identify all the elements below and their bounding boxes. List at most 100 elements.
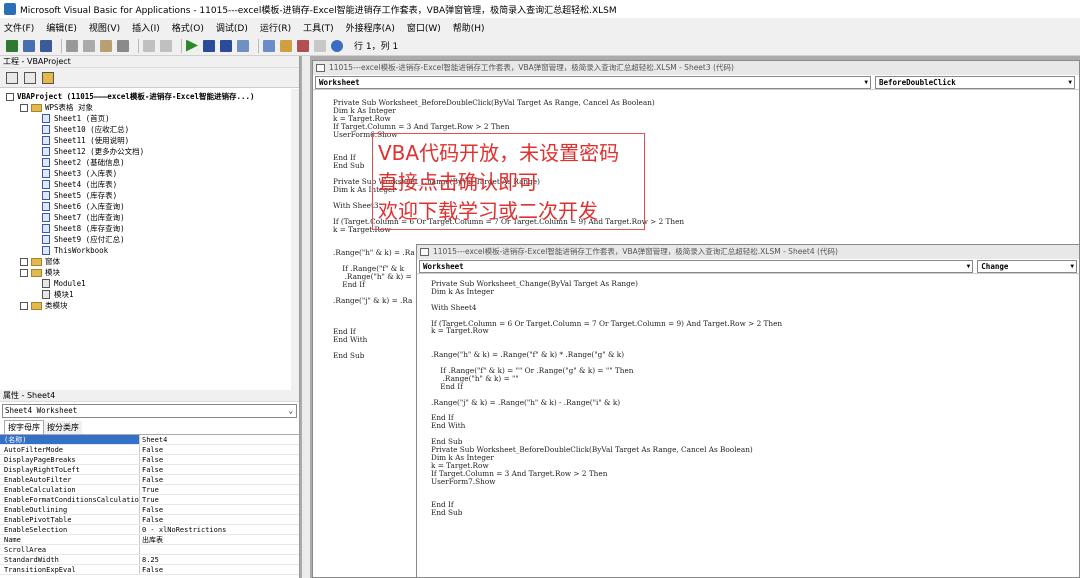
menu-run[interactable]: 运行(R) (260, 21, 291, 34)
property-row[interactable]: EnableFormatConditionsCalculation True (0, 495, 299, 505)
code-line[interactable] (431, 430, 782, 438)
property-row[interactable]: ScrollArea (0, 545, 299, 555)
property-row[interactable]: StandardWidth 8.25 (0, 555, 299, 565)
copy-icon[interactable] (83, 39, 95, 52)
toolbox-icon[interactable] (314, 39, 326, 52)
paste-icon[interactable] (100, 39, 112, 52)
code-editor[interactable]: Private Sub Worksheet_Change(ByVal Targe… (431, 280, 782, 517)
break-icon[interactable] (203, 39, 215, 52)
tree-forms-folder[interactable]: 窗体 (20, 256, 60, 267)
property-row[interactable]: (名称) Sheet4 (0, 435, 299, 445)
menu-addins[interactable]: 外接程序(A) (346, 21, 395, 34)
tree-sheet[interactable]: Sheet12 (更多办公文档) (42, 146, 144, 157)
help-icon[interactable] (331, 39, 343, 52)
code-line[interactable]: End If (431, 414, 782, 422)
tree-workbook[interactable]: ThisWorkbook (42, 245, 108, 256)
tree-sheet[interactable]: Sheet10 (应收汇总) (42, 124, 129, 135)
property-row[interactable]: EnableSelection 0 - xlNoRestrictions (0, 525, 299, 535)
menu-view[interactable]: 视图(V) (89, 21, 120, 34)
insert-module-icon[interactable] (23, 39, 35, 52)
tree-sheet[interactable]: Sheet2 (基础信息) (42, 157, 125, 168)
code-line[interactable]: End Sub (431, 509, 782, 517)
code-line[interactable]: .Range("j" & k) = .Range("h" & k) - .Ran… (431, 398, 782, 407)
tree-objects-folder[interactable]: WPS表格 对象 (20, 102, 93, 113)
code-line[interactable]: .Range("h" & k) = .Range("f" & k) * .Ran… (431, 351, 782, 359)
property-row[interactable]: AutoFilterMode False (0, 445, 299, 455)
property-row[interactable]: EnableOutlining False (0, 505, 299, 515)
property-row[interactable]: Name 出库表 (0, 535, 299, 545)
tree-sheet[interactable]: Sheet9 (应付汇总) (42, 234, 125, 245)
project-scrollbar[interactable] (291, 89, 299, 390)
code-line[interactable]: End If (431, 382, 782, 391)
expand-icon[interactable] (20, 301, 28, 310)
expand-icon[interactable] (20, 257, 28, 266)
menu-window[interactable]: 窗口(W) (407, 21, 441, 34)
tree-sheet[interactable]: Sheet5 (库存表) (42, 190, 117, 201)
code-line[interactable] (431, 493, 782, 501)
menu-debug[interactable]: 调试(D) (216, 21, 248, 34)
tree-class-folder[interactable]: 类模块 (20, 300, 68, 311)
tree-root[interactable]: VBAProject (11015———excel模板-进销存-Excel智能进… (6, 91, 255, 102)
reset-icon[interactable] (220, 39, 232, 52)
mdi-scrollbar[interactable] (302, 56, 310, 578)
code-line[interactable] (431, 407, 782, 415)
code-line[interactable]: .Range("h" & k) = "" (431, 374, 782, 383)
toggle-folders-icon[interactable] (42, 71, 54, 84)
project-explorer-icon[interactable] (263, 39, 275, 52)
code-line[interactable]: With Sheet4 (431, 303, 782, 312)
property-row[interactable]: DisplayPageBreaks False (0, 455, 299, 465)
property-row[interactable]: EnableCalculation True (0, 485, 299, 495)
code-line[interactable] (431, 335, 782, 343)
code-line[interactable] (333, 233, 684, 241)
run-icon[interactable] (186, 39, 198, 52)
find-icon[interactable] (117, 39, 129, 52)
tree-sheet[interactable]: Sheet8 (库存查询) (42, 223, 125, 234)
code-line[interactable]: Dim k As Integer (431, 288, 782, 296)
menu-insert[interactable]: 插入(I) (132, 21, 160, 34)
properties-icon[interactable] (280, 39, 292, 52)
code-line[interactable]: UserForm7.Show (431, 477, 782, 486)
menu-format[interactable]: 格式(O) (172, 21, 204, 34)
tab-categorized[interactable]: 按分类序 (44, 421, 82, 434)
object-dropdown[interactable]: Worksheet ▼ (315, 76, 871, 89)
redo-icon[interactable] (160, 39, 172, 52)
tree-modules-folder[interactable]: 模块 (20, 267, 60, 278)
property-row[interactable]: TransitionExpEval False (0, 565, 299, 575)
collapse-icon[interactable] (20, 103, 28, 112)
tree-sheet[interactable]: Sheet11 (使用说明) (42, 135, 129, 146)
property-row[interactable]: EnableAutoFilter False (0, 475, 299, 485)
tree-sheet[interactable]: Sheet3 (入库表) (42, 168, 117, 179)
object-dropdown[interactable]: Worksheet ▼ (419, 260, 974, 273)
tree-sheet[interactable]: Sheet6 (入库查询) (42, 201, 125, 212)
view-code-icon[interactable] (6, 71, 18, 84)
tree-sheet[interactable]: Sheet1 (首页) (42, 113, 110, 124)
code-line[interactable] (431, 486, 782, 494)
design-mode-icon[interactable] (237, 39, 249, 52)
menu-help[interactable]: 帮助(H) (453, 21, 485, 34)
code-line[interactable]: End With (431, 422, 782, 430)
collapse-icon[interactable] (20, 268, 28, 277)
collapse-icon[interactable] (6, 92, 14, 101)
undo-icon[interactable] (143, 39, 155, 52)
menu-file[interactable]: 文件(F) (4, 21, 34, 34)
tab-alphabetic[interactable]: 按字母序 (4, 420, 44, 434)
procedure-dropdown[interactable]: Change ▼ (977, 260, 1077, 273)
property-row[interactable]: DisplayRightToLeft False (0, 465, 299, 475)
tree-sheet[interactable]: Sheet4 (出库表) (42, 179, 117, 190)
properties-object-select[interactable]: Sheet4 Worksheet ⌄ (2, 404, 297, 418)
tree-module[interactable]: Module1 (42, 278, 86, 289)
excel-view-icon[interactable] (6, 39, 18, 52)
tree-sheet[interactable]: Sheet7 (出库查询) (42, 212, 125, 223)
cut-icon[interactable] (66, 39, 78, 52)
object-browser-icon[interactable] (297, 39, 309, 52)
menu-edit[interactable]: 编辑(E) (46, 21, 77, 34)
code-line[interactable] (431, 296, 782, 304)
view-object-icon[interactable] (24, 71, 36, 84)
save-icon[interactable] (40, 39, 52, 52)
menu-tools[interactable]: 工具(T) (303, 21, 334, 34)
tree-module[interactable]: 模块1 (42, 289, 74, 300)
procedure-dropdown[interactable]: BeforeDoubleClick ▼ (875, 76, 1075, 89)
code-line[interactable]: k = Target.Row (431, 327, 782, 335)
code-line[interactable]: End If (431, 501, 782, 509)
property-row[interactable]: EnablePivotTable False (0, 515, 299, 525)
